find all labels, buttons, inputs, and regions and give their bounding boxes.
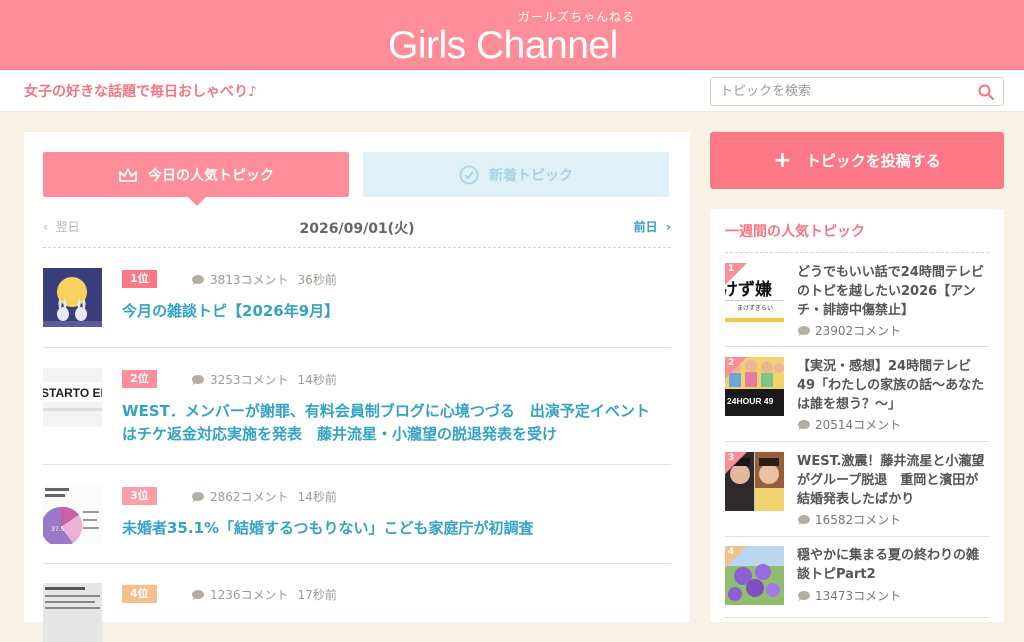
topic-time: 36秒前: [297, 273, 337, 287]
rank-number: 4: [728, 547, 735, 557]
rank-number: 2: [728, 358, 735, 368]
svg-text:STARTO ENTE: STARTO ENTE: [43, 386, 102, 400]
svg-text:まけずぎらい: まけずぎらい: [737, 304, 773, 312]
main-panel: 今日の人気トピック 新着トピック 2026/09/01(火) ‹ 翌日 前日 ›: [24, 132, 690, 642]
weekly-thumbnail[interactable]: 4: [725, 546, 784, 605]
sub-header: 女子の好きな話題で毎日おしゃべり♪: [0, 70, 1024, 112]
rank-number: 3: [728, 453, 735, 463]
tab-new-topics[interactable]: 新着トピック: [363, 152, 669, 197]
crown-icon: [118, 166, 138, 184]
comment-bubble-icon: [797, 514, 811, 526]
weekly-title[interactable]: どうでもいい話で24時間テレビのトピを越したい2026【アンチ・誹謗中傷禁止】: [797, 263, 989, 320]
tab-popular-label: 今日の人気トピック: [148, 167, 274, 184]
weekly-thumbnail[interactable]: けず嫌 まけずぎらい 1: [725, 263, 784, 322]
tagline: 女子の好きな話題で毎日おしゃべり♪: [24, 84, 257, 100]
site-logo[interactable]: ガールズちゃんねる Girls Channel: [388, 10, 648, 67]
weekly-thumbnail[interactable]: 3: [725, 452, 784, 511]
weekly-comments: 23902コメント: [797, 322, 901, 339]
search-input[interactable]: [711, 78, 966, 105]
topic-time: 14秒前: [297, 373, 337, 387]
current-date: 2026/09/01(火): [299, 221, 415, 237]
topic-item[interactable]: STARTO ENTE 2位 3253コメント 14秒前 WEST．メンバーが謝…: [43, 368, 671, 465]
next-day-link[interactable]: ‹ 翌日: [43, 218, 79, 235]
topic-item[interactable]: 37.5 3位 2862コメント 14秒前 未婚者35.1%「結婚するつもりない…: [43, 485, 671, 564]
date-navigation: 2026/09/01(火) ‹ 翌日 前日 ›: [43, 212, 671, 248]
topic-thumbnail[interactable]: 37.5: [43, 485, 102, 544]
comment-bubble-icon: [191, 274, 205, 286]
topic-time: 17秒前: [297, 588, 337, 602]
weekly-title[interactable]: WEST.激震！藤井流星と小瀧望がグループ脱退 重岡と濱田が結婚発表したばかり: [797, 452, 989, 509]
tab-new-label: 新着トピック: [489, 167, 573, 184]
logo-kana: ガールズちゃんねる: [518, 10, 636, 24]
rank-badge: 4位: [122, 585, 157, 603]
topic-title[interactable]: 今月の雑談トピ【2026年9月】: [122, 300, 662, 323]
topic-meta: 3813コメント 36秒前: [191, 271, 337, 288]
weekly-thumbnail[interactable]: 24HOUR 49 2: [725, 357, 784, 416]
comment-count: 3813コメント: [210, 273, 289, 287]
weekly-item[interactable]: 3 WEST.激震！藤井流星と小瀧望がグループ脱退 重岡と濱田が結婚発表したばか…: [725, 452, 989, 537]
topic-meta: 2862コメント 14秒前: [191, 488, 337, 505]
post-topic-button[interactable]: + トピックを投稿する: [710, 132, 1004, 189]
rank-badge: 3位: [122, 487, 157, 505]
weekly-comments: 16582コメント: [797, 511, 901, 528]
weekly-popular-panel: 一週間の人気トピック けず嫌 まけずぎらい 1 どうでもいい話で24時間テレビの…: [710, 209, 1004, 622]
topic-thumbnail[interactable]: [43, 583, 102, 642]
topic-thumbnail[interactable]: [43, 268, 102, 327]
search-icon[interactable]: [977, 83, 995, 101]
topic-item[interactable]: 4位 1236コメント 17秒前: [43, 583, 671, 642]
logo-text: Girls Channel: [388, 24, 618, 67]
comment-bubble-icon: [797, 325, 811, 337]
svg-text:24HOUR 49: 24HOUR 49: [727, 396, 774, 406]
weekly-item[interactable]: 24HOUR 49 2 【実況・感想】24時間テレビ49「わたしの家族の話～あな…: [725, 357, 989, 442]
weekly-comments: 20514コメント: [797, 416, 901, 433]
weekly-title[interactable]: 【実況・感想】24時間テレビ49「わたしの家族の話～あなたは誰を想う？～」: [797, 357, 989, 414]
site-header: ガールズちゃんねる Girls Channel: [0, 0, 1024, 70]
comment-bubble-icon: [191, 491, 205, 503]
rank-number: 1: [728, 264, 735, 274]
topic-title[interactable]: 未婚者35.1%「結婚するつもりない」こども家庭庁が初調査: [122, 517, 662, 540]
plus-icon: +: [773, 148, 792, 173]
weekly-item[interactable]: 4 穏やかに集まる夏の終わりの雑談トピPart2 13473コメント: [725, 546, 989, 618]
rank-badge: 2位: [122, 370, 157, 388]
rank-badge: 1位: [122, 270, 157, 288]
chevron-right-icon: ›: [666, 220, 671, 234]
comment-bubble-icon: [191, 589, 205, 601]
weekly-heading: 一週間の人気トピック: [725, 224, 865, 240]
weekly-title[interactable]: 穏やかに集まる夏の終わりの雑談トピPart2: [797, 546, 989, 584]
previous-day-label: 前日: [633, 220, 658, 234]
search-box: [710, 77, 1004, 106]
svg-text:37.5: 37.5: [51, 526, 65, 533]
topic-time: 14秒前: [297, 490, 337, 504]
chevron-left-icon: ‹: [43, 220, 48, 234]
next-day-label: 翌日: [55, 220, 80, 234]
previous-day-link[interactable]: 前日 ›: [634, 218, 671, 235]
comment-count: 3253コメント: [210, 373, 289, 387]
topic-item[interactable]: 1位 3813コメント 36秒前 今月の雑談トピ【2026年9月】: [43, 268, 671, 348]
comment-bubble-icon: [797, 419, 811, 431]
comment-count: 2862コメント: [210, 490, 289, 504]
topic-title[interactable]: WEST．メンバーが謝罪、有料会員制ブログに心境つづる 出演予定イベントはチケ返…: [122, 400, 662, 446]
tab-popular-topics[interactable]: 今日の人気トピック: [43, 152, 349, 206]
topic-meta: 1236コメント 17秒前: [191, 586, 337, 603]
check-circle-icon: [459, 165, 479, 185]
comment-count: 1236コメント: [210, 588, 289, 602]
divider: [725, 252, 989, 253]
weekly-item[interactable]: けず嫌 まけずぎらい 1 どうでもいい話で24時間テレビのトピを越したい2026…: [725, 263, 989, 347]
weekly-comments: 13473コメント: [797, 587, 901, 604]
topic-meta: 3253コメント 14秒前: [191, 371, 337, 388]
comment-bubble-icon: [191, 374, 205, 386]
comment-bubble-icon: [797, 590, 811, 602]
post-topic-label: トピックを投稿する: [805, 152, 941, 170]
topic-thumbnail[interactable]: STARTO ENTE: [43, 368, 102, 427]
